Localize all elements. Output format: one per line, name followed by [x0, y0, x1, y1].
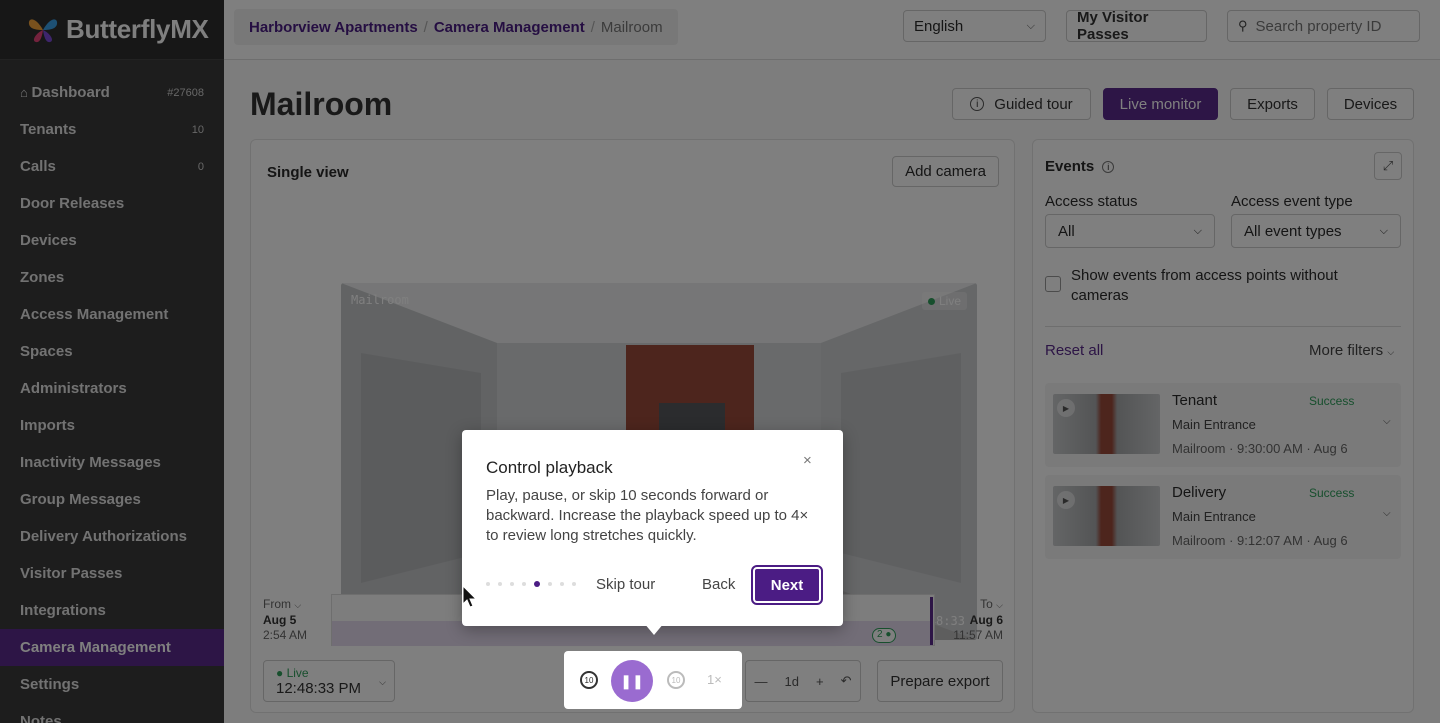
- progress-dot: [510, 582, 514, 586]
- pause-button[interactable]: ❚❚: [611, 660, 653, 702]
- playback-controls: 10 ❚❚ 10 1×: [564, 651, 742, 709]
- tour-progress: [486, 581, 576, 587]
- rewind-10-icon[interactable]: 10: [580, 671, 598, 689]
- close-icon[interactable]: ×: [803, 452, 812, 469]
- skip-tour-button[interactable]: Skip tour: [596, 576, 655, 593]
- tour-dialog: Control playback × Play, pause, or skip …: [462, 430, 843, 635]
- progress-dot: [498, 582, 502, 586]
- progress-dot-active: [534, 581, 540, 587]
- tour-title: Control playback: [486, 458, 613, 477]
- tour-body: Play, pause, or skip 10 seconds forward …: [486, 487, 809, 544]
- forward-10-icon[interactable]: 10: [667, 671, 685, 689]
- next-button[interactable]: Next: [751, 565, 823, 605]
- progress-dot: [522, 582, 526, 586]
- progress-dot: [560, 582, 564, 586]
- back-button[interactable]: Back: [702, 576, 735, 593]
- progress-dot: [572, 582, 576, 586]
- progress-dot: [486, 582, 490, 586]
- progress-dot: [548, 582, 552, 586]
- dialog-pointer: [644, 623, 664, 635]
- mouse-cursor-icon: [462, 585, 478, 608]
- playback-speed[interactable]: 1×: [707, 672, 722, 687]
